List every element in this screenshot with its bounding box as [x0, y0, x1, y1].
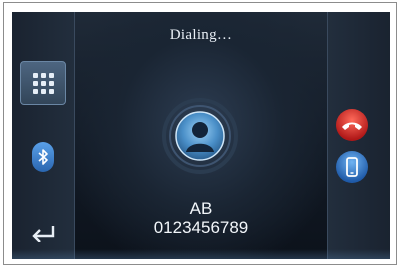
back-arrow-icon [32, 226, 55, 242]
bottom-glow-bar [12, 249, 390, 259]
contact-number: 0123456789 [153, 218, 249, 237]
contact-name: AB [189, 199, 213, 218]
hang-up-icon [336, 109, 368, 141]
mobile-phone-icon [336, 151, 368, 183]
back-button[interactable] [26, 218, 60, 244]
phone-screen: Dialing… AB 0123456789 [12, 12, 390, 259]
bluetooth-icon [38, 149, 48, 165]
bluetooth-button[interactable] [32, 142, 54, 172]
person-avatar-icon [162, 98, 238, 174]
contact-avatar [162, 98, 238, 174]
hang-up-button[interactable] [335, 108, 369, 142]
handset-button[interactable] [335, 150, 369, 184]
left-panel [12, 12, 75, 259]
keypad-button[interactable] [20, 61, 66, 105]
keypad-icon [32, 72, 54, 94]
call-status-title: Dialing… [169, 27, 233, 43]
